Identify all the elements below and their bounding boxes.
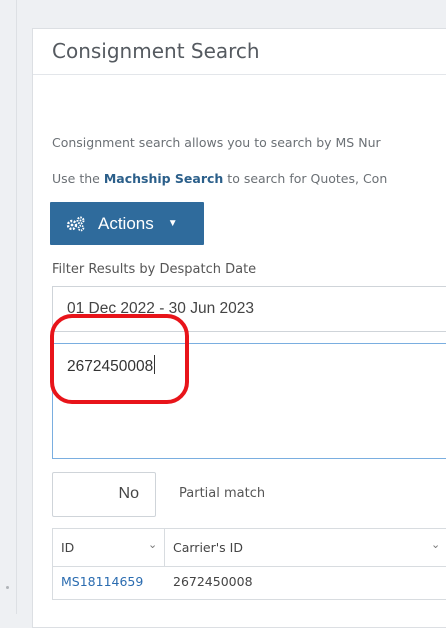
actions-button[interactable]: Actions ▼	[50, 202, 204, 245]
search-description: Consignment search allows you to search …	[52, 135, 381, 150]
column-header-id-label: ID	[61, 540, 75, 555]
column-header-id[interactable]: ID ⌄	[53, 529, 165, 566]
table-row[interactable]: MS18114659 2672450008	[53, 567, 446, 599]
chevron-down-icon[interactable]: ⌄	[148, 538, 157, 551]
column-header-carrier-id[interactable]: Carrier's ID ⌄	[165, 529, 446, 566]
machship-search-hint: Use the Machship Search to search for Qu…	[52, 171, 387, 186]
partial-match-toggle[interactable]: No	[52, 472, 156, 517]
consignment-id-link[interactable]: MS18114659	[61, 574, 143, 589]
machship-search-link[interactable]: Machship Search	[104, 171, 224, 186]
hint-prefix: Use the	[52, 171, 104, 186]
column-header-carrier-id-label: Carrier's ID	[173, 540, 243, 555]
cogs-icon	[66, 216, 85, 231]
date-filter-label: Filter Results by Despatch Date	[52, 262, 257, 277]
gutter-divider	[16, 0, 17, 614]
gutter-dot	[6, 586, 9, 589]
panel-header: Consignment Search	[33, 29, 446, 75]
partial-match-label: Partial match	[179, 486, 266, 501]
consignment-search-panel: Consignment Search Consignment search al…	[32, 28, 446, 628]
page-title: Consignment Search	[52, 39, 260, 63]
consignment-search-textarea[interactable]: 2672450008	[52, 343, 446, 459]
hint-suffix: to search for Quotes, Con	[223, 171, 388, 186]
cell-id[interactable]: MS18114659	[53, 567, 165, 599]
carrier-id-value: 2672450008	[173, 574, 253, 589]
cell-carrier-id: 2672450008	[165, 567, 446, 599]
date-range-value: 01 Dec 2022 - 30 Jun 2023	[67, 300, 254, 317]
left-gutter	[0, 0, 30, 614]
text-cursor	[154, 355, 156, 374]
results-grid: ID ⌄ Carrier's ID ⌄ MS18114659 267245000…	[52, 528, 446, 600]
grid-header: ID ⌄ Carrier's ID ⌄	[53, 529, 446, 567]
partial-match-toggle-value: No	[118, 485, 139, 502]
actions-button-label: Actions	[98, 213, 154, 233]
despatch-date-range-input[interactable]: 01 Dec 2022 - 30 Jun 2023	[52, 286, 446, 332]
caret-down-icon: ▼	[167, 218, 178, 229]
search-value: 2672450008	[67, 358, 154, 375]
chevron-down-icon[interactable]: ⌄	[431, 538, 440, 551]
